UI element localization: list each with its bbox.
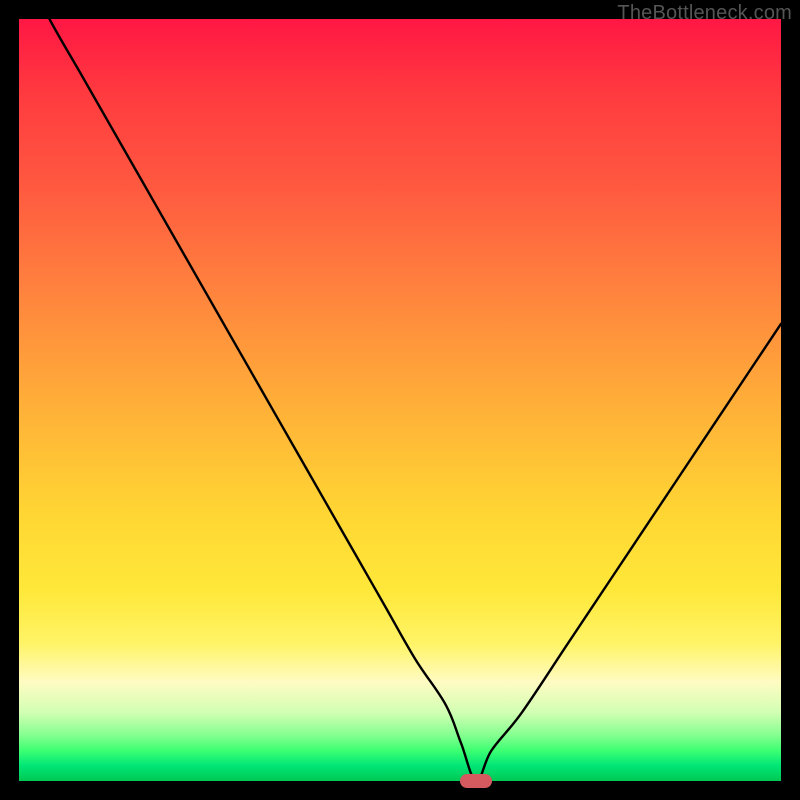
chart-frame: TheBottleneck.com — [0, 0, 800, 800]
plot-area — [19, 19, 781, 781]
optimal-point-marker — [460, 774, 492, 788]
watermark-text: TheBottleneck.com — [617, 2, 792, 25]
bottleneck-curve — [19, 19, 781, 781]
